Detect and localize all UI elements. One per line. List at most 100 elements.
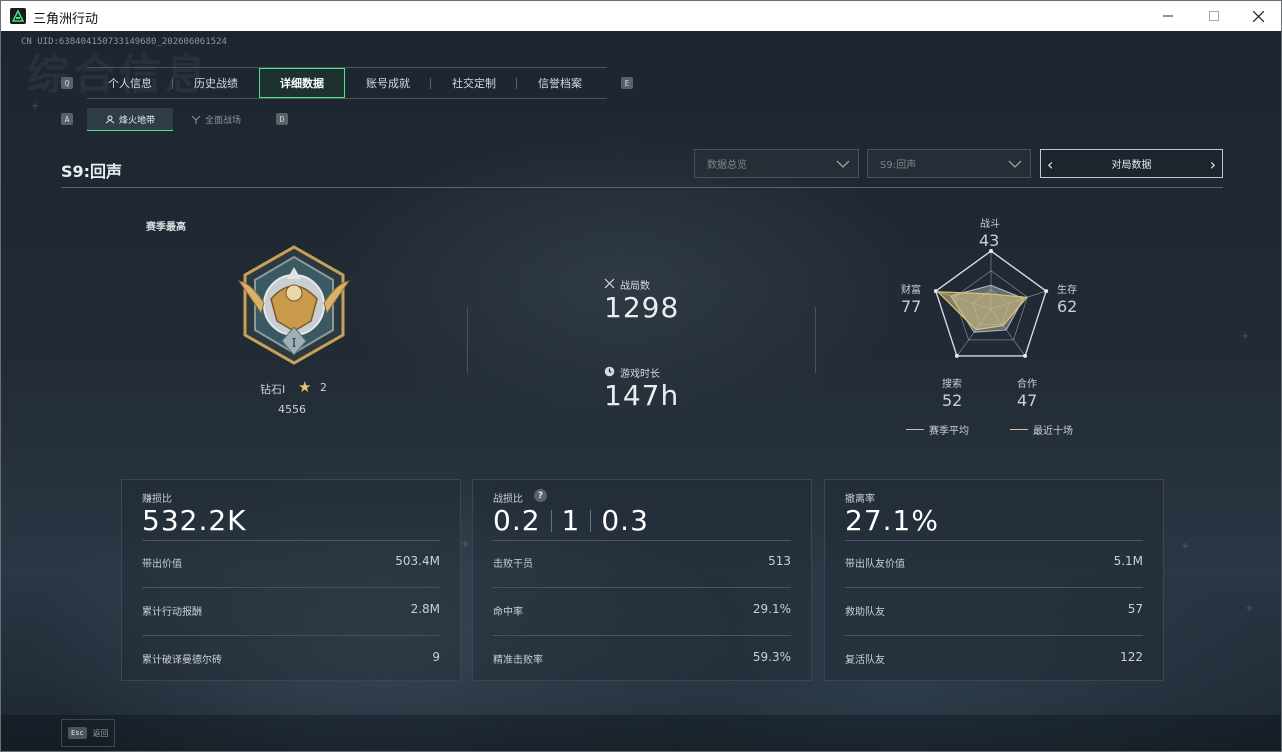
playtime-value: 147h [604, 379, 680, 412]
section-divider [61, 187, 1223, 188]
radar-label-wealth: 财富 [901, 285, 921, 296]
close-button[interactable] [1235, 1, 1281, 31]
stat-row-label: 复活队友 [845, 655, 885, 666]
stat-row-label: 精准击败率 [493, 655, 543, 666]
stat-row-value: 59.3% [752, 650, 791, 664]
chevron-down-icon [836, 160, 850, 168]
dropdown-value: S9:回声 [880, 160, 917, 171]
main-content: 综合信息 CN UID:6384041507331496​80_20260606… [1, 31, 1281, 751]
radar-axis-dot [933, 289, 938, 294]
stat-row-value: 122 [1120, 650, 1143, 664]
stat-row-label: 击败干员 [493, 559, 533, 570]
subtab-label: 全面战场 [204, 116, 241, 126]
star-icon: ★ [298, 378, 312, 396]
help-icon[interactable]: ? [534, 489, 547, 502]
card-divider [142, 587, 440, 588]
chevron-left-icon[interactable]: ‹ [1047, 155, 1053, 174]
main-tabs: 个人信息 历史战绩 详细数据 账号成就 社交定制 信誉档案 [87, 67, 607, 99]
extract-card: 撤离率 27.1% 带出队友价值 5.1M 救助队友 57 复活队友 122 [824, 479, 1164, 681]
season-dropdown[interactable]: S9:回声 [867, 149, 1031, 178]
subtab-full-warfare[interactable]: 全面战场 [173, 108, 259, 131]
radar-value-teamwork: 47 [1017, 391, 1038, 410]
deco-cross: + [1181, 541, 1190, 552]
card-divider [142, 540, 440, 541]
player-uid: CN UID:6384041507331496​80_202606061524 [21, 37, 227, 47]
card-divider [493, 635, 791, 636]
stat-row-label: 带出价值 [142, 559, 182, 570]
subtab-hazard-zone[interactable]: 烽火地带 [87, 108, 173, 131]
rank-star-count: 2 [320, 381, 327, 394]
extract-rate-value: 27.1% [845, 504, 939, 537]
stat-row: 复活队友 122 [845, 650, 1143, 667]
radar-value-survival: 62 [1057, 297, 1078, 316]
radar-label-search: 搜索 [942, 379, 962, 390]
season-title: S9:回声 [61, 162, 123, 181]
title-bar: 三角洲行动 [1, 1, 1281, 31]
card-divider [493, 587, 791, 588]
tab-achievements[interactable]: 账号成就 [345, 68, 431, 98]
card-divider [845, 540, 1143, 541]
stat-row-value: 513 [768, 554, 791, 568]
crossed-swords-icon [604, 278, 615, 292]
card-divider [845, 635, 1143, 636]
mode-selector: ‹ 对局数据 › [1040, 149, 1223, 178]
radar-value-combat: 43 [979, 231, 1000, 250]
rank-score: 4556 [278, 403, 306, 416]
mode-subtabs: 烽火地带 全面战场 [87, 108, 259, 131]
stat-row-label: 累计行动报酬 [142, 607, 202, 618]
rank-badge-icon: I [231, 243, 357, 369]
minimize-button[interactable] [1145, 1, 1191, 31]
window-title: 三角洲行动 [33, 12, 99, 27]
kd-ratio: 0.2 1 0.3 [493, 504, 649, 537]
back-label: 返回 [92, 728, 109, 738]
profit-label: 赚损比 [142, 494, 172, 505]
tab-match-history[interactable]: 历史战绩 [173, 68, 259, 98]
radar-label-teamwork: 合作 [1017, 379, 1037, 390]
app-logo-icon [10, 8, 26, 24]
extract-rate-label: 撤离率 [845, 494, 875, 505]
kd-label: 战损比 [493, 494, 523, 505]
prev-tab-key[interactable]: Q [61, 77, 73, 89]
legend-swatch [906, 429, 924, 430]
deco-cross: + [1245, 603, 1254, 614]
stat-row-label: 累计破译曼德尔砖 [142, 655, 222, 666]
stat-row: 累计行动报酬 2.8M [142, 602, 440, 619]
radar-series-recent [936, 291, 1029, 331]
stat-row: 精准击败率 59.3% [493, 650, 791, 667]
stat-row-value: 5.1M [1113, 554, 1143, 568]
profit-value: 532.2K [142, 504, 247, 537]
matches-label: 战局数 [620, 281, 650, 292]
deco-cross: + [31, 101, 40, 112]
stat-row: 带出价值 503.4M [142, 554, 440, 571]
stat-row-value: 503.4M [395, 554, 440, 568]
next-subtab-key[interactable]: D [276, 113, 288, 125]
svg-text:I: I [292, 336, 297, 350]
tab-detailed-data[interactable]: 详细数据 [259, 68, 345, 98]
radar-label-survival: 生存 [1057, 285, 1077, 296]
kd-value-1: 0.2 [493, 504, 541, 537]
vertical-divider [467, 307, 468, 373]
data-type-dropdown[interactable]: 数据总览 [694, 149, 859, 178]
season-best-label: 赛季最高 [146, 222, 186, 233]
chevron-down-icon [1008, 160, 1022, 168]
stat-row-value: 57 [1127, 602, 1143, 616]
card-divider [142, 635, 440, 636]
mode-selector-value: 对局数据 [1111, 160, 1152, 171]
vertical-divider [815, 307, 816, 373]
ratio-separator [550, 509, 552, 532]
stat-row-label: 命中率 [493, 607, 523, 618]
back-button[interactable]: Esc 返回 [61, 719, 115, 747]
subtab-label: 烽火地带 [118, 115, 155, 126]
legend-label: 最近十场 [1033, 426, 1073, 437]
stat-row-value: 29.1% [752, 602, 791, 616]
profit-card: 赚损比 532.2K 带出价值 503.4M 累计行动报酬 2.8M 累计破译曼… [121, 479, 461, 681]
ratio-separator [590, 509, 592, 532]
maximize-button[interactable] [1191, 1, 1237, 31]
tab-social[interactable]: 社交定制 [431, 68, 517, 98]
tab-reputation[interactable]: 信誉档案 [517, 68, 603, 98]
prev-subtab-key[interactable]: A [61, 113, 73, 125]
tab-personal-info[interactable]: 个人信息 [87, 68, 173, 98]
hazard-zone-icon [105, 115, 115, 123]
next-tab-key[interactable]: E [621, 77, 633, 89]
chevron-right-icon[interactable]: › [1210, 155, 1216, 174]
